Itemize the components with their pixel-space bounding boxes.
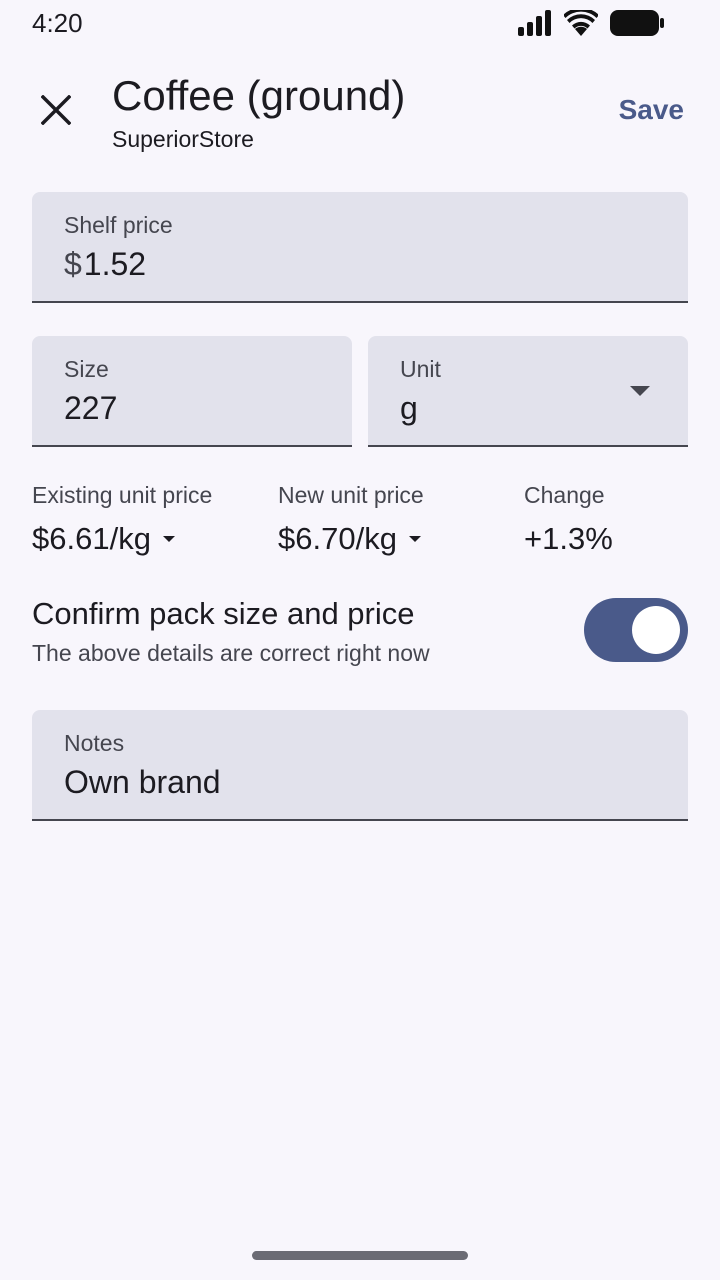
shelf-price-field[interactable]: Shelf price $1.52	[32, 192, 688, 303]
price-change: Change +1.3%	[524, 482, 613, 557]
price-change-value: +1.3%	[524, 521, 613, 556]
home-indicator[interactable]	[252, 1251, 468, 1260]
battery-icon	[610, 10, 664, 41]
shelf-price-value: 1.52	[83, 246, 147, 282]
size-input[interactable]: 227	[64, 390, 117, 427]
toggle-knob	[632, 606, 680, 654]
size-label: Size	[64, 356, 109, 382]
unit-value: g	[400, 390, 418, 426]
new-unit-price-value-row[interactable]: $6.70/kg	[278, 521, 424, 557]
status-icons	[518, 7, 664, 41]
new-unit-price-value: $6.70/kg	[278, 521, 397, 556]
new-unit-price[interactable]: New unit price $6.70/kg	[278, 482, 424, 557]
dropdown-arrow-icon	[162, 536, 175, 542]
screen: 4:20 Coffee (ground) SuperiorStore Save …	[0, 0, 720, 1280]
save-button[interactable]: Save	[619, 94, 684, 126]
shelf-price-input[interactable]: $1.52	[64, 246, 146, 283]
close-button[interactable]	[28, 84, 84, 140]
store-name: SuperiorStore	[112, 126, 254, 152]
existing-unit-price-value-row[interactable]: $6.61/kg	[32, 521, 212, 557]
status-time: 4:20	[32, 8, 83, 38]
notes-label: Notes	[64, 730, 125, 756]
unit-dropdown[interactable]: Unit g	[368, 336, 688, 447]
dropdown-arrow-icon	[408, 536, 421, 542]
close-icon	[40, 94, 72, 130]
page-title: Coffee (ground)	[112, 72, 406, 119]
price-change-label: Change	[524, 482, 605, 508]
confirm-subtitle: The above details are correct right now	[32, 640, 430, 666]
existing-unit-price[interactable]: Existing unit price $6.61/kg	[32, 482, 212, 557]
confirm-title: Confirm pack size and price	[32, 596, 415, 631]
status-bar: 4:20	[0, 0, 720, 48]
signal-icon	[518, 10, 552, 41]
unit-label: Unit	[400, 356, 441, 382]
confirm-toggle[interactable]	[584, 598, 688, 662]
new-unit-price-label: New unit price	[278, 482, 424, 508]
currency-prefix: $	[64, 246, 82, 282]
existing-unit-price-value: $6.61/kg	[32, 521, 151, 556]
wifi-icon	[563, 7, 599, 41]
existing-unit-price-label: Existing unit price	[32, 482, 213, 508]
notes-input[interactable]: Own brand	[64, 764, 221, 801]
dropdown-arrow-icon	[630, 386, 650, 396]
size-field[interactable]: Size 227	[32, 336, 352, 447]
shelf-price-label: Shelf price	[64, 212, 173, 238]
notes-field[interactable]: Notes Own brand	[32, 710, 688, 821]
